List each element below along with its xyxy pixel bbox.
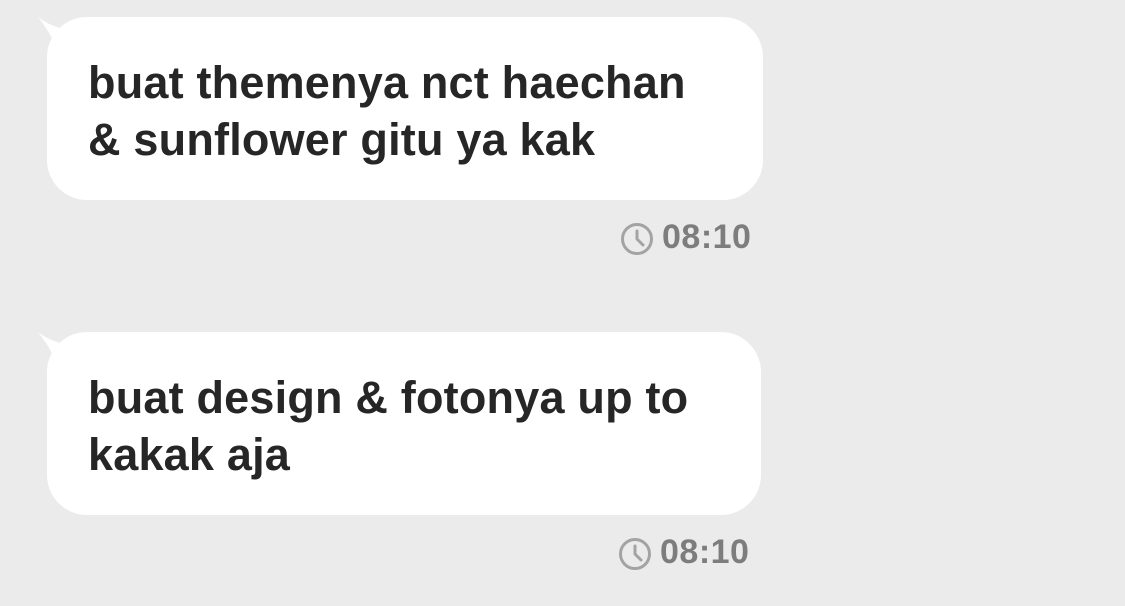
clock-icon — [621, 222, 653, 255]
message-bubble[interactable]: buat themenya nct haechan & sunflower gi… — [47, 17, 763, 200]
message-time: 08:10 — [660, 532, 750, 571]
message-text: buat themenya nct haechan & sunflower gi… — [88, 57, 686, 165]
message-text: buat design & fotonya up to kakak aja — [88, 372, 689, 480]
clock-icon — [619, 537, 651, 570]
chat-area: buat themenya nct haechan & sunflower gi… — [0, 0, 1125, 606]
message-time: 08:10 — [662, 217, 752, 256]
message-bubble[interactable]: buat design & fotonya up to kakak aja — [47, 332, 761, 515]
message-meta: 08:10 — [620, 215, 751, 259]
message-meta: 08:10 — [618, 530, 749, 574]
